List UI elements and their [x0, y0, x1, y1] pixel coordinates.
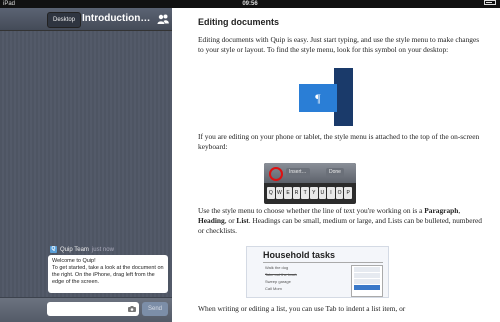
checklist-item: Take out the trash	[265, 272, 297, 277]
style-option	[354, 279, 380, 284]
key: Y	[309, 187, 318, 199]
chat-timestamp: just now	[91, 246, 114, 253]
key: T	[301, 187, 309, 199]
paragraph-mobile: If you are editing on your phone or tabl…	[198, 132, 480, 151]
key: U	[318, 187, 327, 199]
document-pane[interactable]: Editing documents Editing documents with…	[172, 8, 500, 313]
keyboard-screenshot: Insert… Done Q W E R T Y U I O P	[264, 163, 356, 204]
key: R	[292, 187, 301, 199]
key: O	[335, 187, 344, 199]
document-title: Introduction to …	[82, 13, 152, 24]
term-list: List	[236, 216, 249, 225]
text-run: Use the style menu to choose whether the…	[198, 206, 425, 215]
battery-indicator	[484, 0, 496, 5]
text-run: , or	[224, 216, 237, 225]
checklist-item: Walk the dog	[265, 265, 289, 270]
battery-icon	[484, 0, 496, 5]
key: P	[344, 187, 352, 199]
message-input[interactable]	[47, 302, 139, 316]
conversation-sidebar: Desktop Introduction to … Q Quip Team ju…	[0, 8, 172, 322]
title-divider	[263, 262, 383, 263]
checklist-item: Sweep garage	[265, 279, 291, 284]
desktop-button[interactable]: Desktop	[47, 12, 82, 28]
key: W	[275, 187, 284, 199]
style-option	[354, 267, 380, 272]
message-composer: Send	[0, 297, 172, 322]
checklist-item: Call Mom	[265, 286, 282, 291]
paragraph-symbol-icon: ¶	[299, 84, 337, 112]
insert-button: Insert…	[286, 168, 310, 177]
chat-sender: Quip Team	[60, 246, 89, 253]
status-bar: iPad 09:56	[0, 0, 500, 8]
done-button: Done	[326, 168, 344, 177]
style-menu-popup	[351, 265, 383, 297]
term-paragraph: Paragraph	[424, 206, 459, 215]
text-run: ,	[458, 206, 461, 215]
paragraph-styles: Use the style menu to choose whether the…	[198, 206, 483, 236]
household-tasks-screenshot: Household tasks Walk the dog Take out th…	[246, 246, 389, 298]
camera-icon[interactable]	[128, 306, 136, 312]
chat-message-line2: To get started, take a look at the docum…	[52, 265, 164, 285]
quip-logo-icon: Q	[50, 246, 57, 253]
chat-bubble: Welcome to Quip! To get started, take a …	[48, 255, 168, 293]
sidebar-header: Desktop Introduction to …	[0, 8, 172, 31]
key: E	[284, 187, 292, 199]
people-icon[interactable]	[157, 13, 169, 25]
style-menu-symbol-figure: ¶	[299, 68, 356, 126]
chat-message-line1: Welcome to Quip!	[52, 258, 96, 264]
clock: 09:56	[242, 1, 258, 7]
key: Q	[267, 187, 275, 199]
household-title: Household tasks	[263, 250, 336, 260]
highlight-circle	[269, 167, 283, 181]
style-option-selected	[354, 285, 380, 290]
style-option	[354, 273, 380, 278]
term-heading: Heading	[198, 216, 225, 225]
section-heading: Editing documents	[198, 17, 279, 27]
key: I	[327, 187, 335, 199]
send-button[interactable]: Send	[142, 302, 168, 316]
paragraph-intro: Editing documents with Quip is easy. Jus…	[198, 35, 480, 54]
keyboard-row: Q W E R T Y U I O P	[267, 187, 352, 199]
chat-message-meta: Q Quip Team just now	[50, 246, 114, 253]
